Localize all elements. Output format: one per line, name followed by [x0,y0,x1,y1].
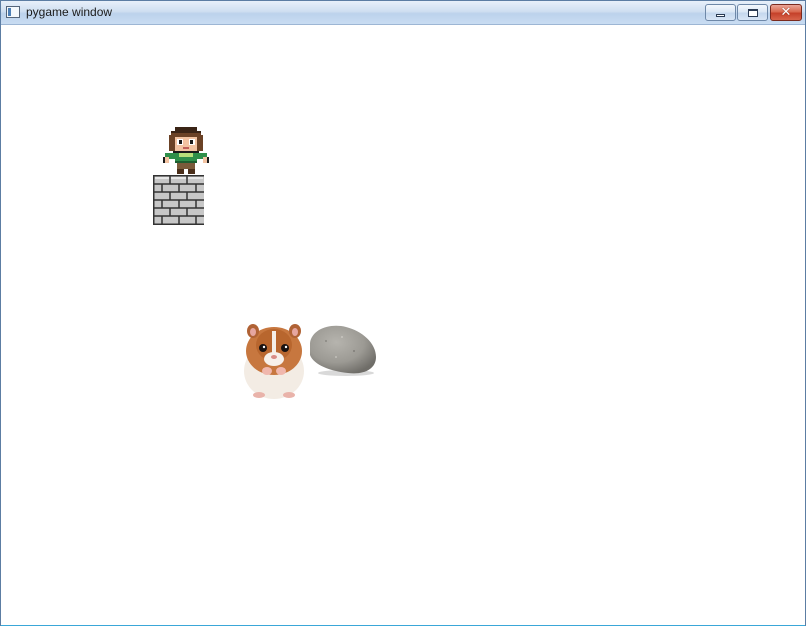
brick-block [153,175,204,225]
minimize-icon [716,13,725,17]
hamster [244,324,304,399]
player-character [163,127,209,174]
pygame-window: pygame window ✕ [0,0,806,626]
rock [310,325,376,376]
title-bar[interactable]: pygame window ✕ [1,1,805,25]
maximize-icon [747,8,758,17]
minimize-button[interactable] [705,4,736,21]
maximize-button[interactable] [737,4,768,21]
window-title: pygame window [26,5,113,19]
close-button[interactable]: ✕ [770,4,802,21]
app-icon[interactable] [6,6,20,18]
game-canvas[interactable] [1,25,805,626]
close-icon: ✕ [780,5,792,20]
